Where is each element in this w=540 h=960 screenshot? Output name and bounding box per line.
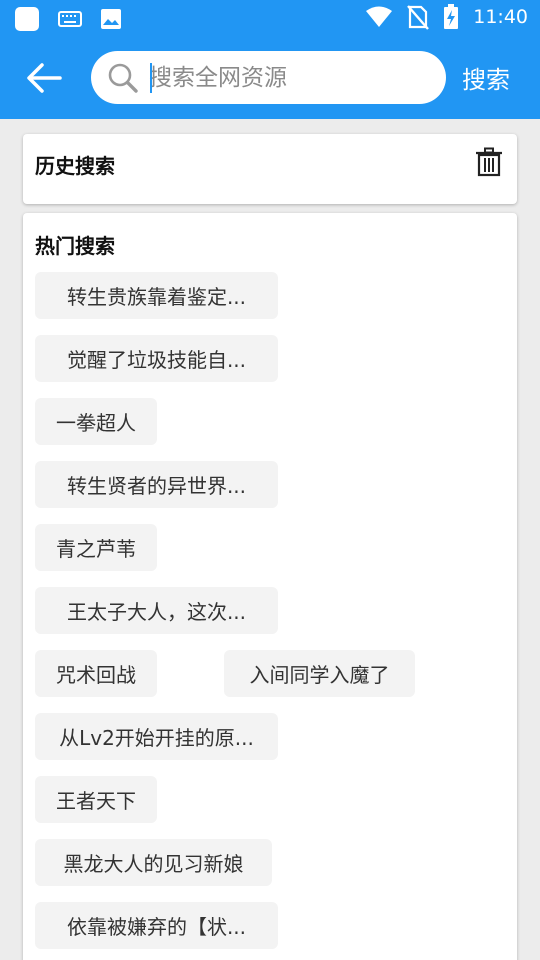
search-icon xyxy=(108,63,138,93)
hot-search-item[interactable]: 青之芦苇 xyxy=(35,524,157,571)
hot-search-card: 热门搜索 转生贵族靠着鉴定... 觉醒了垃圾技能自... 一拳超人 转生贤者的异… xyxy=(23,213,517,960)
trash-icon[interactable] xyxy=(475,147,503,177)
hot-search-item[interactable]: 王太子大人，这次... xyxy=(35,587,278,634)
hot-search-item[interactable]: 入间同学入魔了 xyxy=(224,650,415,697)
history-search-card: 历史搜索 xyxy=(23,134,517,204)
hot-search-item[interactable]: 转生贵族靠着鉴定... xyxy=(35,272,278,319)
no-sim-icon xyxy=(407,5,430,30)
app-icon xyxy=(15,7,39,31)
hot-search-item[interactable]: 黑龙大人的见习新娘 xyxy=(35,839,272,886)
back-button[interactable] xyxy=(24,58,74,98)
history-search-title: 历史搜索 xyxy=(35,154,115,178)
hot-search-item[interactable]: 转生贤者的异世界... xyxy=(35,461,278,508)
hot-search-item[interactable]: 咒术回战 xyxy=(35,650,157,697)
back-arrow-icon xyxy=(27,63,62,93)
hot-search-item[interactable]: 从Lv2开始开挂的原... xyxy=(35,713,278,760)
status-bar: 11:40 xyxy=(0,0,540,36)
status-time: 11:40 xyxy=(473,6,528,28)
search-box[interactable] xyxy=(91,51,446,104)
hot-search-item[interactable]: 依靠被嫌弃的【状... xyxy=(35,902,278,949)
search-toolbar: 搜索 xyxy=(0,36,540,119)
keyboard-icon xyxy=(58,11,82,27)
text-caret xyxy=(150,63,152,93)
battery-icon xyxy=(444,4,459,29)
image-icon xyxy=(101,9,121,29)
search-input[interactable] xyxy=(149,59,429,96)
hot-search-title: 热门搜索 xyxy=(35,234,115,258)
hot-search-item[interactable]: 王者天下 xyxy=(35,776,157,823)
hot-search-item[interactable]: 一拳超人 xyxy=(35,398,157,445)
hot-search-item[interactable]: 觉醒了垃圾技能自... xyxy=(35,335,278,382)
wifi-icon xyxy=(366,6,393,27)
search-button[interactable]: 搜索 xyxy=(462,60,510,95)
